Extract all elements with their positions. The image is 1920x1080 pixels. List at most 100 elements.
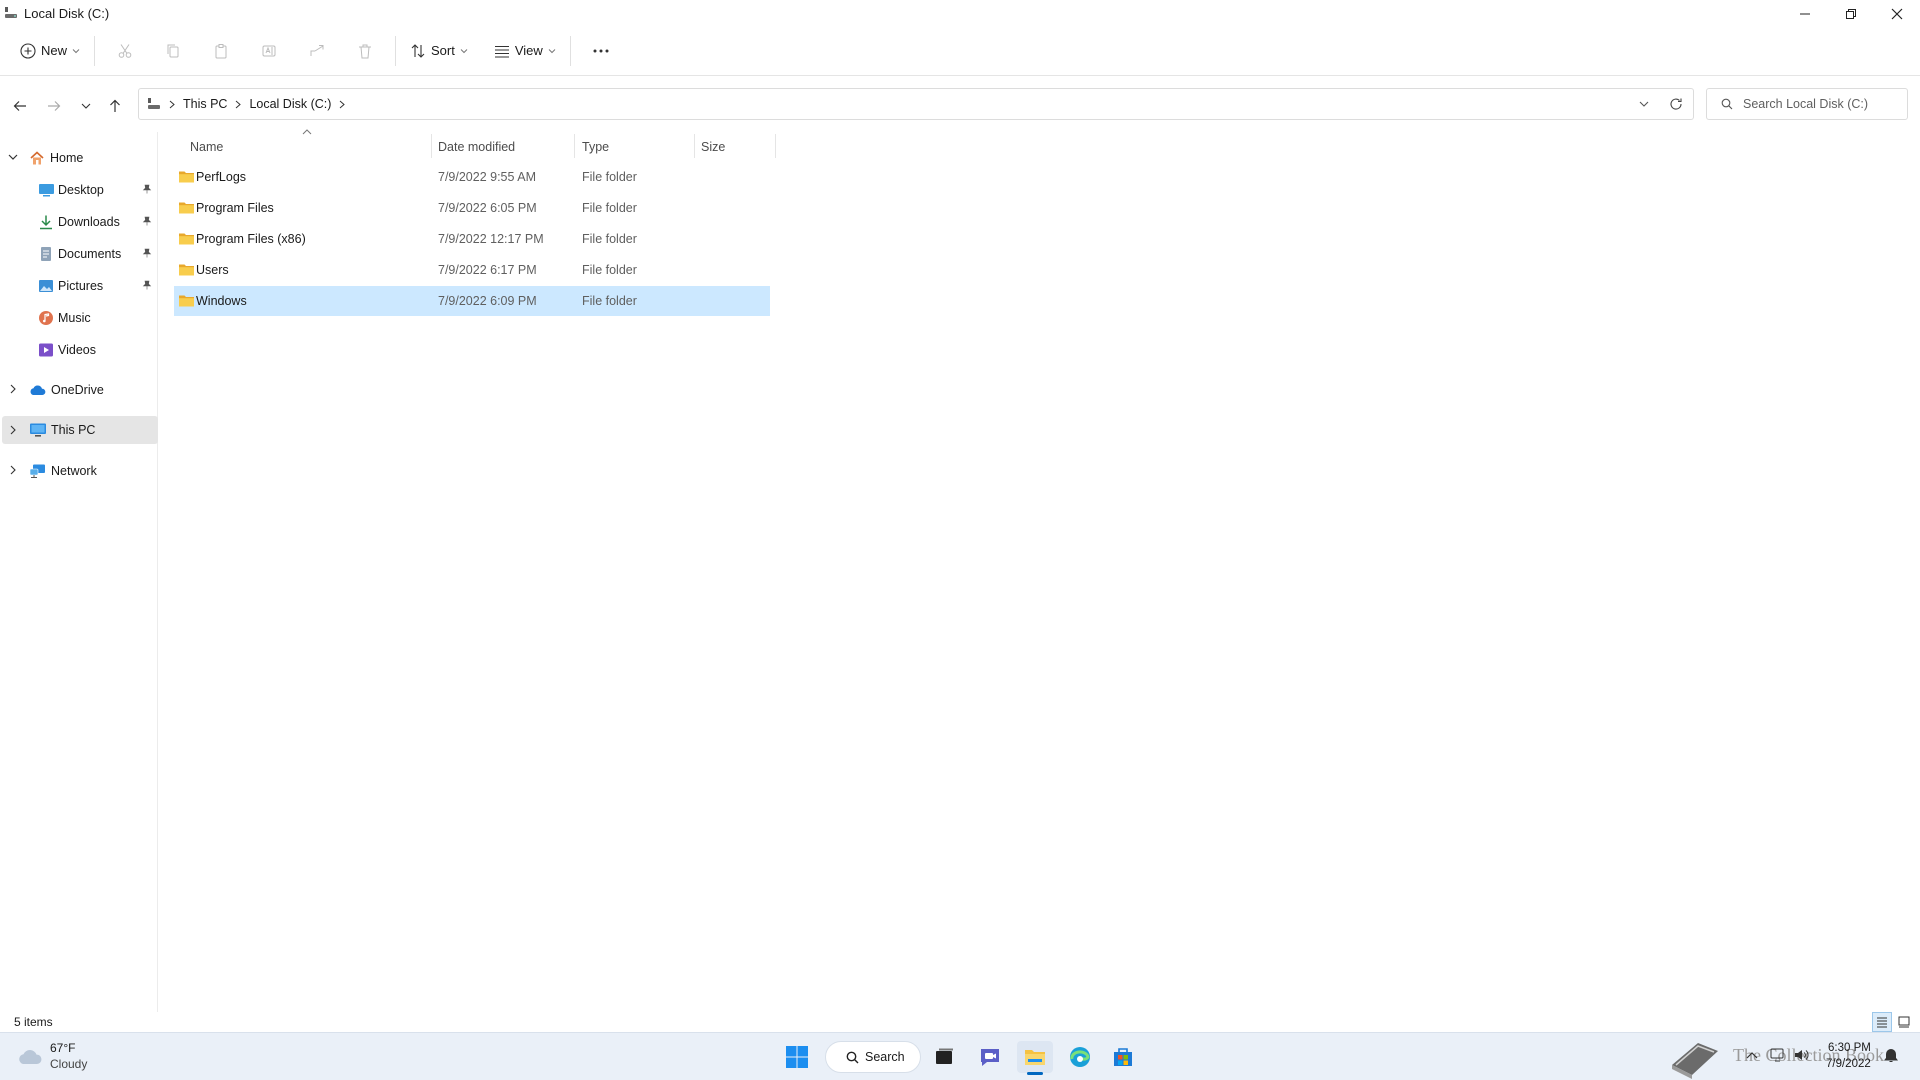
- restore-button[interactable]: [1828, 0, 1874, 28]
- tiles-view-icon: [1898, 1016, 1910, 1028]
- view-button[interactable]: View: [486, 34, 564, 68]
- notification-bell-icon[interactable]: [1884, 1048, 1898, 1064]
- column-header-size[interactable]: Size: [701, 134, 725, 160]
- network-status-icon[interactable]: [1770, 1048, 1786, 1062]
- paste-button[interactable]: [197, 34, 245, 68]
- taskbar: 67°F Cloudy Search The Collection Book 6…: [0, 1032, 1920, 1080]
- file-type: File folder: [582, 232, 637, 246]
- sidebar-item-videos[interactable]: Videos: [0, 335, 158, 365]
- column-label: Date modified: [438, 140, 516, 154]
- more-options-button[interactable]: [577, 34, 625, 68]
- ellipsis-icon: [592, 48, 610, 54]
- sidebar-item-music[interactable]: Music: [0, 303, 158, 333]
- drive-icon: [147, 97, 161, 111]
- details-view-button[interactable]: [1872, 1012, 1892, 1032]
- sidebar-item-label: This PC: [51, 423, 96, 437]
- column-header-name[interactable]: Name: [190, 134, 223, 160]
- cut-button[interactable]: [101, 34, 149, 68]
- table-row[interactable]: PerfLogs 7/9/2022 9:55 AM File folder: [174, 162, 770, 192]
- table-row[interactable]: Windows 7/9/2022 6:09 PM File folder: [174, 286, 770, 316]
- folder-icon: [178, 293, 195, 308]
- column-divider[interactable]: [574, 134, 575, 158]
- book-watermark-icon: [1668, 1035, 1722, 1079]
- sidebar-item-label: Network: [51, 464, 97, 478]
- breadcrumb-local-disk[interactable]: Local Disk (C:): [249, 97, 331, 111]
- sidebar-item-this-pc[interactable]: This PC: [2, 416, 158, 444]
- copy-button[interactable]: [149, 34, 197, 68]
- sort-button[interactable]: Sort: [402, 34, 476, 68]
- chevron-right-icon: [8, 465, 18, 475]
- sidebar-item-downloads[interactable]: Downloads: [0, 207, 158, 237]
- table-row[interactable]: Program Files 7/9/2022 6:05 PM File folder: [174, 193, 770, 223]
- clock-date[interactable]: 7/9/2022: [1826, 1058, 1871, 1070]
- column-header-date-modified[interactable]: Date modified: [438, 134, 515, 160]
- task-view-button[interactable]: [927, 1041, 963, 1073]
- music-icon: [38, 310, 54, 326]
- chat-button[interactable]: [972, 1041, 1008, 1073]
- column-header-type[interactable]: Type: [582, 134, 609, 160]
- up-button[interactable]: [101, 92, 129, 120]
- file-type: File folder: [582, 170, 637, 184]
- search-icon: [846, 1051, 859, 1064]
- sidebar-item-documents[interactable]: Documents: [0, 239, 158, 269]
- delete-button[interactable]: [341, 34, 389, 68]
- sidebar-item-label: Desktop: [58, 183, 104, 197]
- share-button[interactable]: [293, 34, 341, 68]
- column-divider[interactable]: [775, 134, 776, 158]
- volume-icon[interactable]: [1794, 1048, 1810, 1062]
- sidebar-item-network[interactable]: Network: [0, 456, 158, 486]
- search-box[interactable]: Search Local Disk (C:): [1706, 88, 1908, 120]
- network-icon: [29, 463, 46, 479]
- table-row[interactable]: Users 7/9/2022 6:17 PM File folder: [174, 255, 770, 285]
- store-button[interactable]: [1105, 1041, 1141, 1073]
- address-bar[interactable]: This PC Local Disk (C:): [138, 88, 1694, 120]
- breadcrumb-this-pc[interactable]: This PC: [183, 97, 227, 111]
- chevron-down-icon: [72, 47, 80, 55]
- clock-time[interactable]: 6:30 PM: [1828, 1042, 1871, 1054]
- search-placeholder: Search Local Disk (C:): [1743, 97, 1869, 111]
- column-divider[interactable]: [694, 134, 695, 158]
- window-title: Local Disk (C:): [24, 5, 110, 21]
- taskbar-search-label: Search: [865, 1050, 905, 1064]
- edge-button[interactable]: [1062, 1041, 1098, 1073]
- back-button[interactable]: [6, 92, 34, 120]
- copy-icon: [165, 43, 181, 59]
- address-history-icon[interactable]: [1639, 99, 1649, 109]
- chevron-down-icon: [548, 47, 556, 55]
- rename-button[interactable]: [245, 34, 293, 68]
- new-button[interactable]: New: [12, 34, 88, 68]
- list-view-icon: [494, 43, 510, 59]
- windows-logo-icon: [785, 1045, 809, 1069]
- taskbar-search[interactable]: Search: [825, 1041, 921, 1073]
- file-date-modified: 7/9/2022 6:09 PM: [438, 294, 537, 308]
- file-explorer-taskbar-button[interactable]: [1017, 1041, 1053, 1075]
- store-bag-icon: [1111, 1045, 1135, 1069]
- command-bar: New Sort View: [0, 26, 1920, 76]
- weather-temperature: 67°F: [50, 1041, 76, 1055]
- file-name: Windows: [196, 294, 247, 308]
- large-icons-view-button[interactable]: [1894, 1012, 1914, 1032]
- navigation-pane: Home Desktop Downloads Documents Picture…: [0, 132, 158, 1012]
- videos-icon: [38, 342, 54, 358]
- chevron-down-icon: [81, 101, 91, 111]
- sidebar-item-home[interactable]: Home: [0, 143, 158, 173]
- arrow-right-icon: [47, 99, 61, 113]
- column-label: Size: [701, 140, 726, 154]
- minimize-button[interactable]: [1782, 0, 1828, 28]
- view-label: View: [514, 43, 543, 58]
- refresh-icon[interactable]: [1669, 97, 1683, 111]
- column-divider[interactable]: [431, 134, 432, 158]
- close-button[interactable]: [1874, 0, 1920, 28]
- table-row[interactable]: Program Files (x86) 7/9/2022 12:17 PM File…: [174, 224, 770, 254]
- recent-locations-button[interactable]: [72, 92, 100, 120]
- chevron-up-icon[interactable]: [1746, 1050, 1758, 1060]
- forward-button[interactable]: [40, 92, 68, 120]
- sidebar-item-pictures[interactable]: Pictures: [0, 271, 158, 301]
- sidebar-item-desktop[interactable]: Desktop: [0, 175, 158, 205]
- start-button[interactable]: [779, 1041, 815, 1073]
- sidebar-item-label: Music: [58, 311, 91, 325]
- share-icon: [309, 43, 325, 59]
- chevron-down-icon: [460, 47, 468, 55]
- sidebar-item-onedrive[interactable]: OneDrive: [0, 375, 158, 405]
- rename-icon: [261, 43, 277, 59]
